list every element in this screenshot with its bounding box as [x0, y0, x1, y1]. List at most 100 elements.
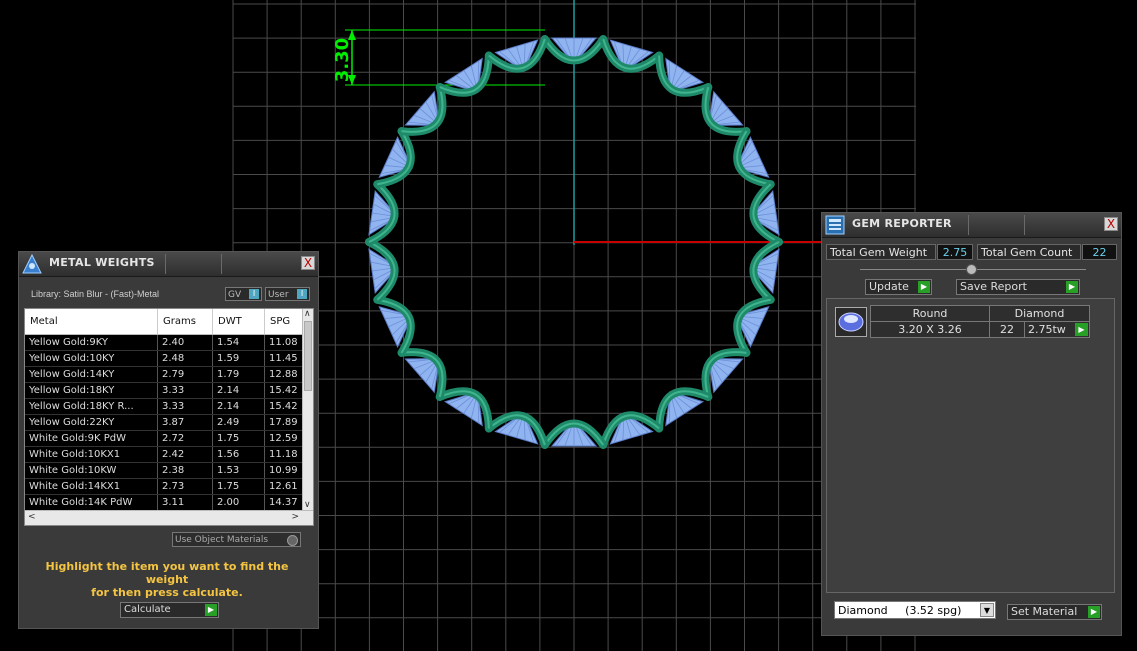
metal-table-hscroll[interactable]: < > [25, 510, 313, 525]
metal-table-vscroll[interactable]: ∧ ∨ [302, 309, 313, 510]
metal-weights-title: METAL WEIGHTS [49, 256, 155, 269]
radio-icon [287, 535, 298, 546]
table-cell: 2.00 [212, 494, 265, 511]
total-gem-count-value: 22 [1082, 244, 1117, 260]
table-row[interactable]: White Gold:14K PdW 3.11 2.00 14.37 [25, 494, 313, 511]
table-cell: 2.48 [157, 350, 213, 367]
table-cell: White Gold:10KW [25, 462, 158, 479]
table-cell: 1.59 [212, 350, 265, 367]
gv-toggle[interactable]: GV I [225, 287, 262, 301]
table-cell: 3.87 [157, 414, 213, 431]
play-icon[interactable]: ▶ [1075, 323, 1088, 336]
gem-type-header: Diamond [989, 305, 1090, 322]
total-gem-weight-value: 2.75 [937, 244, 973, 260]
col-dwt[interactable]: DWT [212, 309, 265, 335]
metal-table-body: Yellow Gold:9KY 2.40 1.54 11.08 Yellow Gold:… [25, 334, 313, 511]
gem-reporter-panel: GEM REPORTER X Total Gem Weight 2.75 Tot… [821, 212, 1122, 636]
play-icon: ▶ [1088, 606, 1100, 618]
table-cell: Yellow Gold:10KY [25, 350, 158, 367]
metal-weights-titlebar[interactable]: METAL WEIGHTS X [19, 252, 318, 277]
gem-count: 22 [989, 321, 1025, 338]
table-row[interactable]: White Gold:9K PdW 2.72 1.75 12.59 [25, 430, 313, 447]
scroll-thumb[interactable] [304, 321, 312, 391]
table-cell: White Gold:9K PdW [25, 430, 158, 447]
table-cell: 2.14 [212, 398, 265, 415]
scroll-up-icon[interactable]: ∧ [304, 309, 311, 319]
table-row[interactable]: White Gold:10KW 2.38 1.53 10.99 [25, 462, 313, 479]
table-cell: 1.75 [212, 478, 265, 495]
library-label: Library: Satin Blur - (Fast)-Metal [31, 289, 160, 299]
gv-toggle-knob-icon: I [249, 289, 259, 299]
table-cell: 2.42 [157, 446, 213, 463]
table-row[interactable]: White Gold:14KX1 2.73 1.75 12.61 [25, 478, 313, 495]
table-cell: White Gold:14KX1 [25, 478, 158, 495]
table-cell: 1.75 [212, 430, 265, 447]
table-cell: 1.54 [212, 334, 265, 351]
col-metal[interactable]: Metal [25, 309, 158, 335]
table-cell: 1.53 [212, 462, 265, 479]
table-row[interactable]: Yellow Gold:9KY 2.40 1.54 11.08 [25, 334, 313, 351]
gem-thumbnail[interactable] [835, 307, 867, 337]
calculate-button[interactable]: Calculate ▶ [120, 602, 219, 618]
table-cell: 2.73 [157, 478, 213, 495]
table-cell: 3.33 [157, 398, 213, 415]
table-row[interactable]: Yellow Gold:10KY 2.48 1.59 11.45 [25, 350, 313, 367]
gem-weight: 2.75tw ▶ [1024, 321, 1090, 338]
table-cell: Yellow Gold:14KY [25, 366, 158, 383]
table-cell: 2.72 [157, 430, 213, 447]
total-gem-count-label: Total Gem Count [977, 244, 1081, 260]
close-icon[interactable]: X [301, 256, 315, 270]
table-cell: 2.79 [157, 366, 213, 383]
instruction-text: Highlight the item you want to find the … [45, 560, 289, 599]
dimension-label: 3.30 [332, 38, 353, 82]
play-icon: ▶ [918, 281, 930, 293]
col-grams[interactable]: Grams [157, 309, 213, 335]
table-row[interactable]: Yellow Gold:14KY 2.79 1.79 12.88 [25, 366, 313, 383]
set-material-button[interactable]: Set Material ▶ [1007, 604, 1102, 620]
table-cell: Yellow Gold:9KY [25, 334, 158, 351]
metal-weights-panel: METAL WEIGHTS X Library: Satin Blur - (F… [18, 251, 319, 629]
play-icon: ▶ [1066, 281, 1078, 293]
diamond-gem-icon [838, 312, 864, 332]
table-cell: White Gold:10KX1 [25, 446, 158, 463]
total-gem-weight-label: Total Gem Weight [826, 244, 936, 260]
gem-list: Round Diamond 3.20 X 3.26 22 2.75tw ▶ [826, 298, 1115, 593]
gem-reporter-icon [825, 215, 845, 235]
close-icon[interactable]: X [1104, 217, 1118, 231]
table-cell: 1.56 [212, 446, 265, 463]
metal-table: Metal Grams DWT SPG Yellow Gold:9KY 2.40 1… [24, 308, 314, 526]
gem-size: 3.20 X 3.26 [870, 321, 990, 338]
slider-knob[interactable] [966, 264, 977, 275]
table-row[interactable]: Yellow Gold:18KY R... 3.33 2.14 15.42 [25, 398, 313, 415]
chevron-down-icon: ▼ [980, 603, 994, 617]
user-toggle[interactable]: User I [265, 287, 310, 301]
table-cell: White Gold:14K PdW [25, 494, 158, 511]
table-row[interactable]: Yellow Gold:22KY 3.87 2.49 17.89 [25, 414, 313, 431]
table-cell: 3.33 [157, 382, 213, 399]
scroll-right-icon[interactable]: > [291, 512, 299, 522]
material-select[interactable]: Diamond (3.52 spg) ▼ [834, 601, 996, 619]
table-row[interactable]: White Gold:10KX1 2.42 1.56 11.18 [25, 446, 313, 463]
table-cell: Yellow Gold:22KY [25, 414, 158, 431]
table-row[interactable]: Yellow Gold:18KY 3.33 2.14 15.42 [25, 382, 313, 399]
table-cell: 2.14 [212, 382, 265, 399]
metal-weights-icon [22, 253, 42, 274]
table-cell: 3.11 [157, 494, 213, 511]
scroll-left-icon[interactable]: < [28, 512, 36, 522]
table-cell: 1.79 [212, 366, 265, 383]
table-cell: 2.49 [212, 414, 265, 431]
gem-row[interactable]: Round Diamond 3.20 X 3.26 22 2.75tw ▶ [870, 305, 1090, 338]
save-report-button[interactable]: Save Report ▶ [956, 279, 1080, 295]
table-cell: 2.40 [157, 334, 213, 351]
use-object-materials-checkbox[interactable]: Use Object Materials [172, 532, 301, 547]
update-button[interactable]: Update ▶ [865, 279, 932, 295]
gem-reporter-titlebar[interactable]: GEM REPORTER X [822, 213, 1121, 238]
table-cell: 2.38 [157, 462, 213, 479]
table-cell: Yellow Gold:18KY [25, 382, 158, 399]
scroll-down-icon[interactable]: ∨ [304, 500, 311, 510]
play-icon: ▶ [205, 604, 217, 616]
gem-cut-header: Round [870, 305, 990, 322]
user-toggle-knob-icon: I [297, 289, 307, 299]
gem-reporter-title: GEM REPORTER [852, 217, 952, 230]
table-cell: Yellow Gold:18KY R... [25, 398, 158, 415]
